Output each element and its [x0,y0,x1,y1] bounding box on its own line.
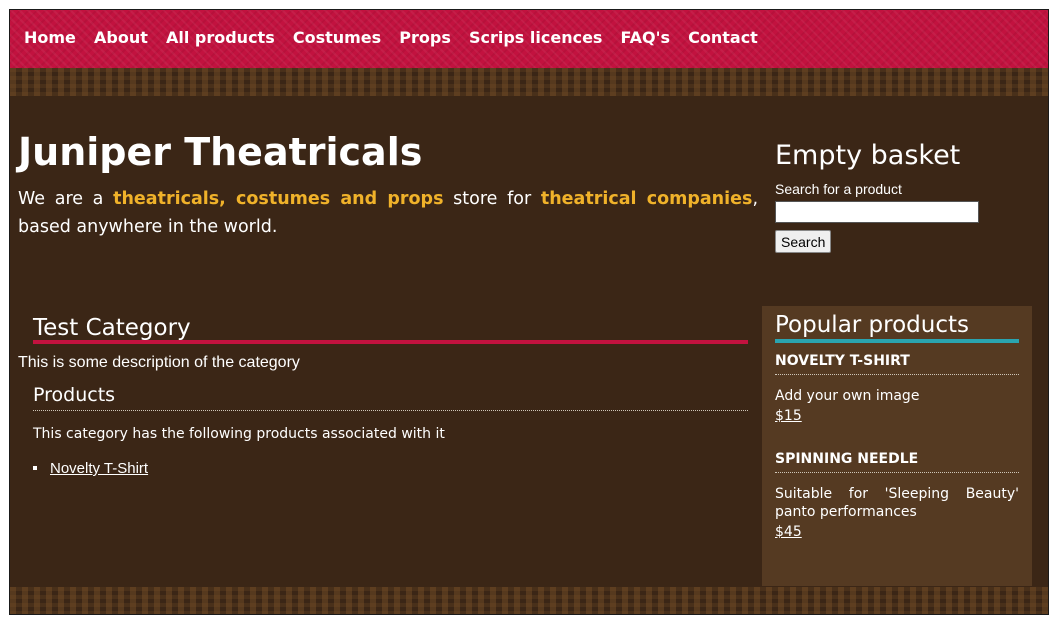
site-title: Juniper Theatricals [18,130,423,174]
category-description: This is some description of the category [18,354,300,371]
product-link[interactable]: Novelty T-Shirt [50,460,148,477]
popular-products-panel: Popular products NOVELTY T-SHIRT Add you… [762,306,1032,586]
products-heading-underline [33,410,748,411]
search-label: Search for a product [775,181,902,197]
products-heading: Products [33,384,116,406]
nav-list: Home About All products Costumes Props S… [24,28,771,47]
decorative-band-bottom [10,587,1048,614]
popular-product-price[interactable]: $15 [775,408,802,424]
popular-product-price[interactable]: $45 [775,524,802,540]
basket-status: Empty basket [775,140,961,171]
bullet-icon [33,466,37,471]
page-frame: Home About All products Costumes Props S… [9,9,1049,615]
products-intro: This category has the following products… [33,426,445,442]
product-list: Novelty T-Shirt [33,460,148,477]
category-title-underline [33,340,748,344]
nav-link-props[interactable]: Props [399,28,451,47]
popular-product-description: Add your own image [775,388,920,404]
site-tagline: We are a theatricals, costumes and props… [18,185,758,241]
popular-product-name[interactable]: NOVELTY T-SHIRT [775,353,1019,375]
nav-link-faqs[interactable]: FAQ's [621,28,671,47]
popular-product-description: Suitable for 'Sleeping Beauty' panto per… [775,486,1019,520]
tagline-highlight: theatricals, costumes and props [113,189,444,209]
popular-product-item: SPINNING NEEDLE Suitable for 'Sleeping B… [775,451,1019,540]
popular-products-underline [775,339,1019,343]
popular-product-item: NOVELTY T-SHIRT Add your own image $15 [775,353,1019,424]
search-button[interactable]: Search [775,230,832,253]
list-item: Novelty T-Shirt [33,460,148,477]
tagline-text: We are a [18,189,114,209]
top-nav: Home About All products Costumes Props S… [10,10,1048,70]
nav-link-scrips-licences[interactable]: Scrips licences [469,28,602,47]
nav-link-costumes[interactable]: Costumes [293,28,381,47]
tagline-text: store for [443,189,541,209]
tagline-highlight: theatrical companies [540,189,753,209]
popular-products-title: Popular products [775,312,969,338]
nav-link-about[interactable]: About [94,28,148,47]
popular-product-name[interactable]: SPINNING NEEDLE [775,451,1019,473]
nav-link-all-products[interactable]: All products [166,28,275,47]
nav-link-home[interactable]: Home [24,28,76,47]
search-input[interactable] [775,201,979,223]
category-title: Test Category [33,315,191,341]
decorative-band-top [10,68,1048,96]
nav-link-contact[interactable]: Contact [688,28,758,47]
